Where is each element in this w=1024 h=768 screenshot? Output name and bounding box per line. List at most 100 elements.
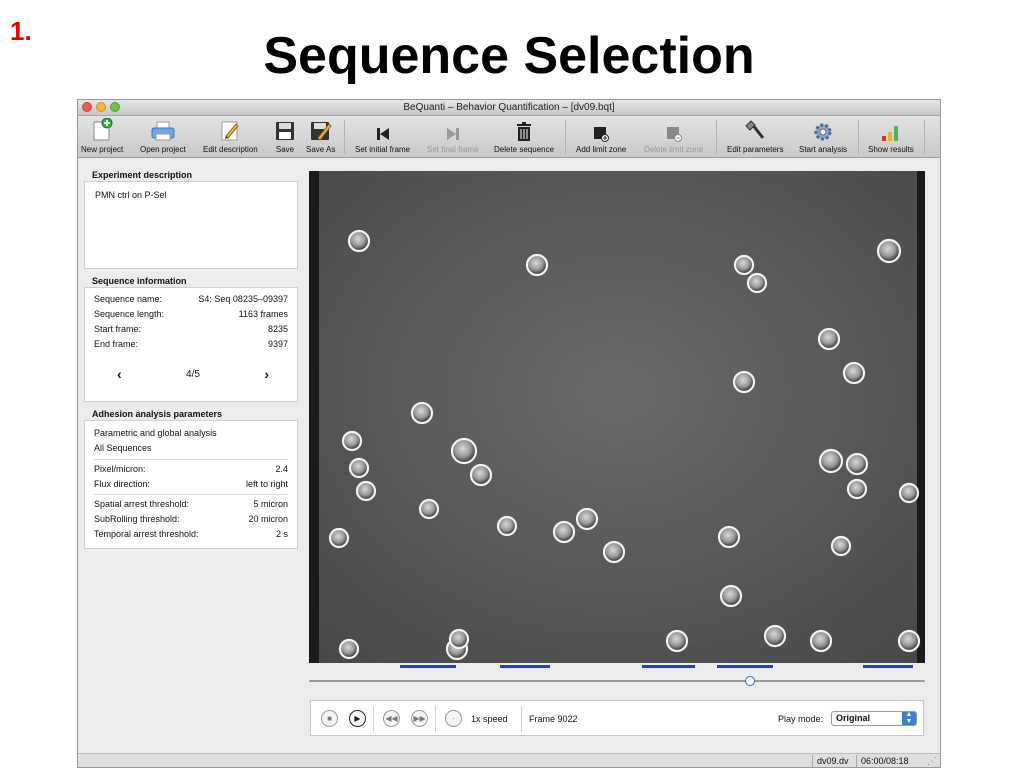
save-as-label: Save As bbox=[306, 145, 336, 154]
slide-title: Sequence Selection bbox=[263, 27, 755, 85]
new-project-label: New project bbox=[81, 145, 124, 154]
toolbar: New project Open project Edit descriptio… bbox=[78, 116, 940, 158]
pixel-micron-value: 2.4 bbox=[275, 464, 288, 474]
toolbar-separator bbox=[344, 120, 345, 154]
sequence-info-panel: Sequence name: S4: Seq 08235–09397 Sequen… bbox=[84, 288, 298, 402]
sequence-marker bbox=[862, 665, 913, 668]
microscopy-image bbox=[309, 171, 925, 663]
select-arrows-icon: ▲ ▼ bbox=[902, 711, 916, 725]
experiment-heading: Experiment description bbox=[84, 167, 298, 182]
add-limit-zone-button[interactable]: Add limit zone bbox=[576, 116, 626, 157]
hammer-icon bbox=[743, 116, 767, 143]
set-initial-frame-button[interactable]: Set initial frame bbox=[355, 116, 410, 157]
resize-grip-icon[interactable]: ⋰ bbox=[927, 756, 937, 767]
sequence-name-label: Sequence name: bbox=[94, 294, 163, 304]
frame-counter: Frame 9022 bbox=[529, 714, 578, 724]
toolbar-separator bbox=[858, 120, 859, 154]
temporal-threshold-value: 2 s bbox=[275, 529, 288, 539]
play-button[interactable]: ▶ bbox=[349, 710, 366, 727]
edit-description-button[interactable]: Edit description bbox=[203, 116, 258, 157]
end-frame-label: End frame: bbox=[94, 339, 139, 349]
sequence-pager-count: 4/5 bbox=[186, 368, 200, 380]
app-window: BeQuanti – Behavior Quantification – [dv… bbox=[77, 99, 941, 768]
adhesion-parameters-panel: Parametric and global analysis All Seque… bbox=[84, 421, 298, 549]
sequence-markers bbox=[309, 665, 925, 670]
delete-sequence-button[interactable]: Delete sequence bbox=[494, 116, 554, 157]
fast-forward-button[interactable]: ▶▶ bbox=[411, 710, 428, 727]
status-bar: dv09.dv 06:00/08:18 ⋰ bbox=[78, 753, 940, 767]
window-minimize-button[interactable] bbox=[96, 102, 106, 112]
previous-sequence-button[interactable]: ‹ bbox=[117, 366, 122, 382]
play-mode-select[interactable]: Original ▲ ▼ bbox=[831, 711, 917, 726]
start-analysis-button[interactable]: Start analysis bbox=[799, 116, 847, 157]
skip-to-start-icon bbox=[375, 116, 391, 143]
pixel-micron-row: Pixel/micron: 2.4 bbox=[85, 462, 297, 477]
next-sequence-button[interactable]: › bbox=[264, 366, 269, 382]
add-limit-zone-label: Add limit zone bbox=[576, 145, 627, 154]
sequence-pager: ‹ 4/5 › bbox=[85, 352, 297, 382]
fast-forward-icon: ▶▶ bbox=[413, 714, 426, 723]
sequence-length-value: 1163 frames bbox=[238, 309, 288, 319]
start-frame-row: Start frame: 8235 bbox=[85, 322, 297, 337]
adhesion-heading: Adhesion analysis parameters bbox=[84, 406, 298, 421]
temporal-threshold-row: Temporal arrest threshold: 2 s bbox=[85, 527, 297, 542]
open-project-button[interactable]: Open project bbox=[140, 116, 186, 157]
edit-description-label: Edit description bbox=[203, 145, 258, 154]
flux-direction-label: Flux direction: bbox=[94, 479, 151, 489]
info-sidebar: Experiment description PMN ctrl on P-Sel… bbox=[84, 167, 298, 549]
set-final-frame-button[interactable]: Set final frame bbox=[427, 116, 479, 157]
sequence-length-label: Sequence length: bbox=[94, 309, 165, 319]
delete-sequence-label: Delete sequence bbox=[494, 145, 555, 154]
delete-limit-zone-button[interactable]: Delete limit zone bbox=[644, 116, 703, 157]
stop-icon: ■ bbox=[327, 714, 332, 723]
toolbar-separator bbox=[924, 120, 925, 154]
status-time: 06:00/08:18 bbox=[856, 755, 913, 767]
window-zoom-button[interactable] bbox=[110, 102, 120, 112]
spatial-threshold-row: Spatial arrest threshold: 5 micron bbox=[85, 497, 297, 512]
video-frame-viewer[interactable] bbox=[309, 171, 925, 663]
show-results-label: Show results bbox=[868, 145, 914, 154]
new-project-button[interactable]: New project bbox=[81, 116, 123, 157]
title-bar[interactable]: BeQuanti – Behavior Quantification – [dv… bbox=[78, 100, 940, 116]
pixel-micron-label: Pixel/micron: bbox=[94, 464, 146, 474]
sequence-name-row: Sequence name: S4: Seq 08235–09397 bbox=[85, 292, 297, 307]
subrolling-threshold-value: 20 micron bbox=[248, 514, 288, 524]
printer-icon bbox=[150, 116, 176, 143]
start-frame-value: 8235 bbox=[267, 324, 288, 334]
timeline-slider[interactable] bbox=[309, 676, 925, 686]
playback-controls: ■ ▶ ◀◀ ▶▶ · 1x speed Frame 9022 Play mod… bbox=[310, 700, 924, 736]
start-analysis-label: Start analysis bbox=[799, 145, 848, 154]
timeline-track bbox=[309, 680, 925, 682]
end-frame-value: 9397 bbox=[267, 339, 288, 349]
divider bbox=[94, 459, 288, 460]
window-close-button[interactable] bbox=[82, 102, 92, 112]
experiment-description-text: PMN ctrl on P-Sel bbox=[95, 190, 167, 200]
new-document-icon bbox=[91, 116, 113, 143]
stop-button[interactable]: ■ bbox=[321, 710, 338, 727]
save-as-button[interactable]: Save As bbox=[306, 116, 335, 157]
timeline-knob[interactable] bbox=[745, 676, 756, 686]
subrolling-threshold-label: SubRolling threshold: bbox=[94, 514, 180, 524]
trash-icon bbox=[516, 116, 532, 143]
toolbar-separator bbox=[565, 120, 566, 154]
set-final-frame-label: Set final frame bbox=[427, 145, 479, 154]
save-button[interactable]: Save bbox=[275, 116, 295, 157]
sequence-name-value: S4: Seq 08235–09397 bbox=[198, 294, 288, 304]
control-separator bbox=[521, 706, 522, 732]
spatial-threshold-value: 5 micron bbox=[253, 499, 288, 509]
rewind-button[interactable]: ◀◀ bbox=[383, 710, 400, 727]
speed-label: 1x speed bbox=[471, 714, 508, 724]
bar-chart-icon bbox=[880, 116, 902, 143]
toolbar-separator bbox=[716, 120, 717, 154]
rewind-icon: ◀◀ bbox=[385, 714, 398, 723]
sequence-marker bbox=[716, 665, 773, 668]
sequence-marker bbox=[499, 665, 551, 668]
experiment-description-box[interactable]: PMN ctrl on P-Sel bbox=[84, 182, 298, 269]
save-disk-icon bbox=[275, 116, 295, 143]
edit-parameters-button[interactable]: Edit parameters bbox=[727, 116, 783, 157]
delete-zone-icon bbox=[666, 116, 682, 143]
sequence-marker bbox=[641, 665, 696, 668]
show-results-button[interactable]: Show results bbox=[868, 116, 914, 157]
flux-direction-value: left to right bbox=[245, 479, 288, 489]
speed-button[interactable]: · bbox=[445, 710, 462, 727]
